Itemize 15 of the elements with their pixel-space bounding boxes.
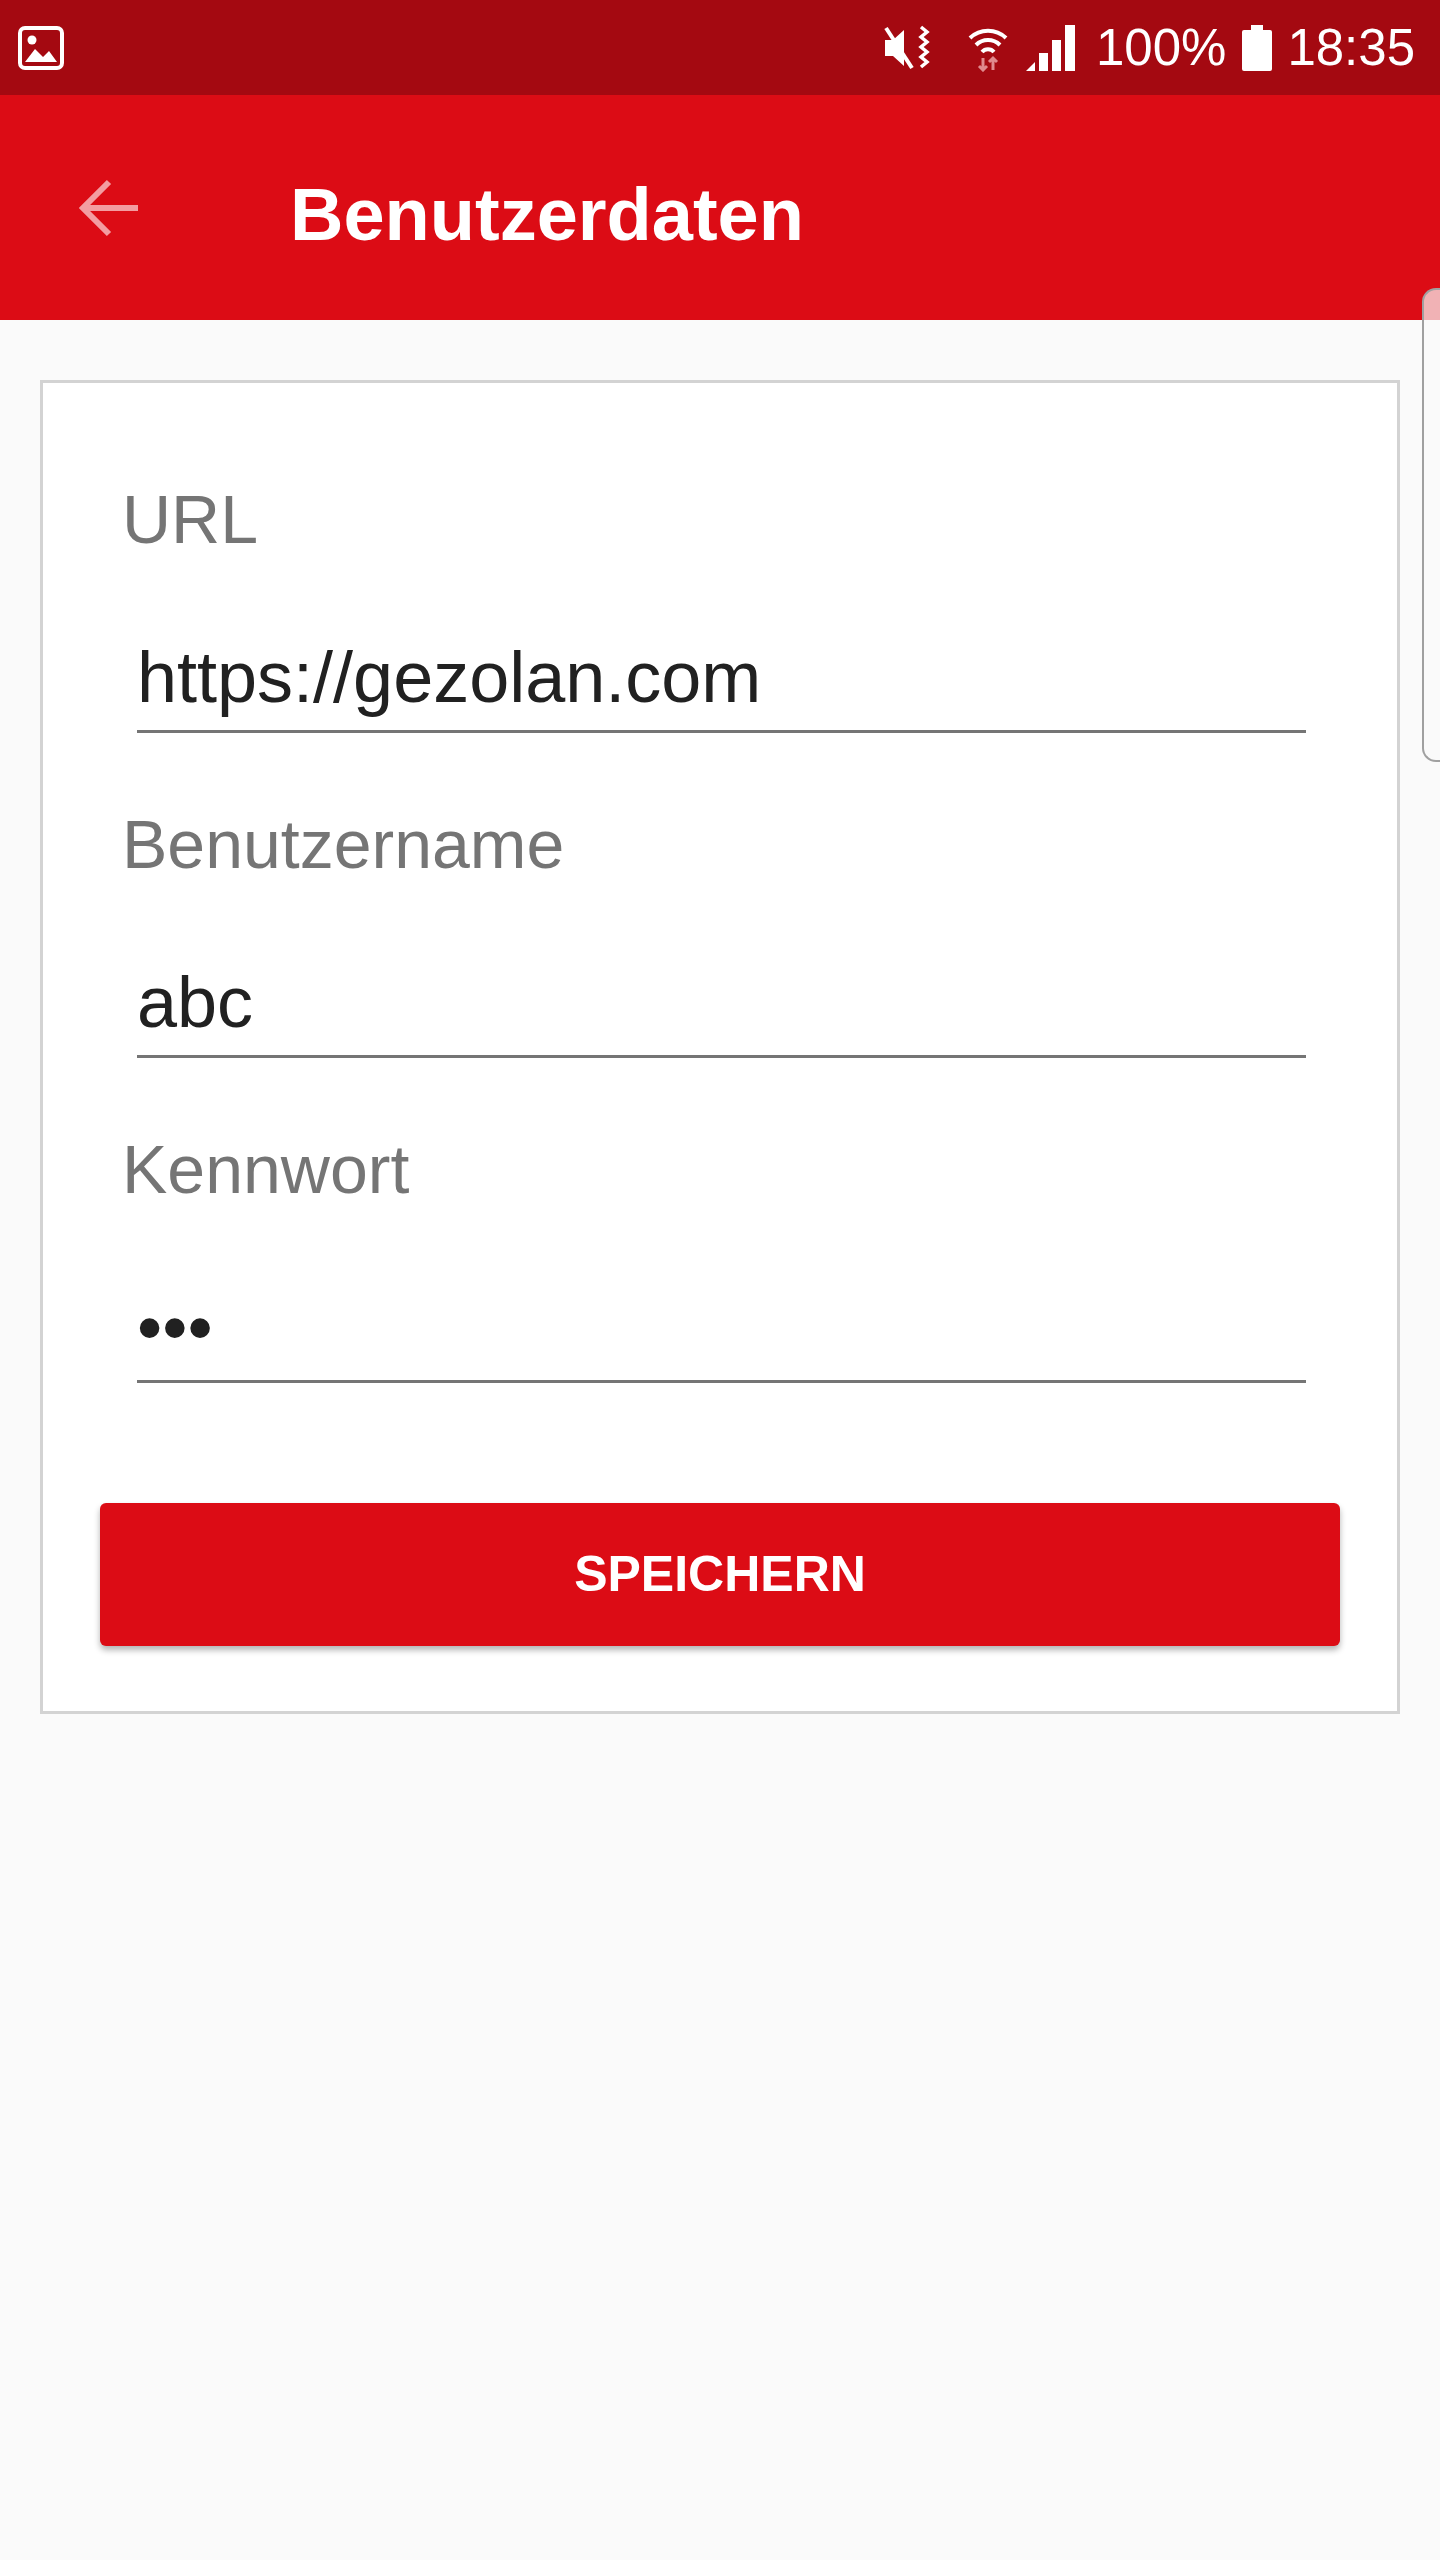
input-field[interactable]: abc — [137, 959, 1306, 1058]
signal-icon — [1025, 24, 1075, 71]
input-field[interactable]: ••• — [137, 1284, 1306, 1383]
clock: 18:35 — [1287, 22, 1415, 73]
battery-icon — [1242, 24, 1273, 71]
field-label: URL — [122, 480, 259, 559]
battery-percent: 100% — [1095, 22, 1227, 73]
field-label: Benutzername — [122, 805, 565, 884]
input-field[interactable]: https://gezolan.com — [137, 634, 1306, 733]
save-button[interactable]: SPEICHERN — [100, 1503, 1340, 1646]
screen-title: Benutzerdaten — [290, 172, 804, 258]
edge-panel-handle[interactable] — [1422, 288, 1440, 762]
back-arrow-icon[interactable] — [76, 178, 140, 238]
image-icon — [18, 25, 64, 70]
field-label: Kennwort — [122, 1130, 410, 1209]
